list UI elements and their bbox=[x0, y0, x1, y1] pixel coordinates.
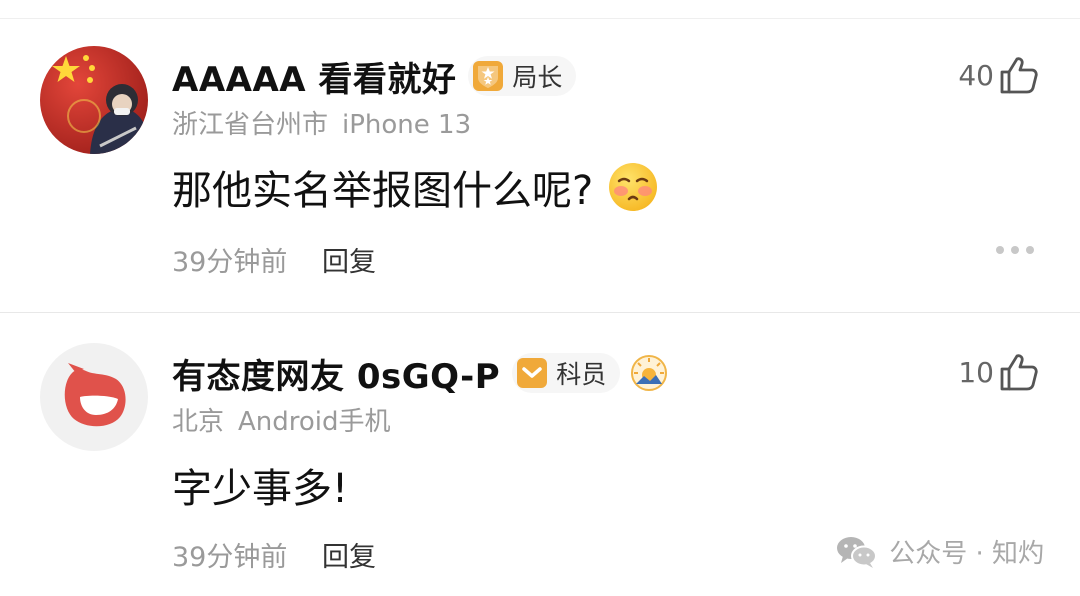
comment-text: 字少事多! bbox=[172, 456, 348, 514]
device: Android手机 bbox=[238, 407, 391, 437]
avatar[interactable] bbox=[40, 343, 148, 451]
comment-text: 那他实名举报图什么呢? bbox=[172, 158, 659, 216]
username[interactable]: AAAAA 看看就好 bbox=[172, 52, 456, 101]
watermark: 公众号 · 知灼 bbox=[835, 533, 1044, 570]
timestamp: 39分钟前 bbox=[172, 542, 288, 573]
badge-label: 局长 bbox=[512, 63, 563, 92]
rank-badge[interactable]: 局长 bbox=[468, 56, 577, 96]
location: 北京 bbox=[172, 407, 225, 437]
comment-body: 字少事多! bbox=[172, 466, 349, 512]
comment-item: AAAAA 看看就好 局长 浙江省台州市 iPhone 13 那他实名举报图什么呢… bbox=[0, 0, 1080, 312]
comment-actions: 39分钟前 回复 bbox=[172, 240, 376, 279]
reply-button[interactable]: 回复 bbox=[322, 247, 376, 278]
thumbs-up-icon bbox=[998, 351, 1040, 393]
more-options-icon[interactable] bbox=[996, 246, 1034, 254]
like-button[interactable]: 40 bbox=[958, 54, 1040, 96]
badge-shield-stars-icon bbox=[470, 58, 506, 94]
user-header: AAAAA 看看就好 局长 bbox=[172, 50, 577, 102]
reply-button[interactable]: 回复 bbox=[322, 542, 376, 573]
badge-label: 科员 bbox=[556, 360, 607, 389]
avatar-image bbox=[40, 343, 148, 451]
timestamp: 39分钟前 bbox=[172, 247, 288, 278]
like-count: 10 bbox=[958, 355, 994, 389]
comment-actions: 39分钟前 回复 bbox=[172, 535, 376, 574]
rank-badge[interactable]: 科员 bbox=[512, 353, 621, 393]
like-count: 40 bbox=[958, 58, 994, 92]
comment-body: 那他实名举报图什么呢? bbox=[172, 168, 594, 214]
badge-shield-chevron-icon bbox=[514, 355, 550, 391]
watermark-text: 公众号 · 知灼 bbox=[889, 539, 1044, 569]
thumbs-up-icon bbox=[998, 54, 1040, 96]
device: iPhone 13 bbox=[342, 110, 472, 140]
sunrise-medal-icon[interactable] bbox=[630, 354, 668, 392]
blush-emoji-icon bbox=[607, 161, 659, 213]
user-meta: 浙江省台州市 iPhone 13 bbox=[172, 104, 471, 141]
wechat-icon bbox=[835, 534, 879, 570]
like-button[interactable]: 10 bbox=[958, 351, 1040, 393]
user-meta: 北京 Android手机 bbox=[172, 401, 391, 438]
avatar-image bbox=[40, 46, 148, 154]
username[interactable]: 有态度网友 0sGQ-P bbox=[172, 349, 500, 398]
location: 浙江省台州市 bbox=[172, 110, 329, 140]
avatar[interactable] bbox=[40, 46, 148, 154]
user-header: 有态度网友 0sGQ-P 科员 bbox=[172, 347, 668, 399]
